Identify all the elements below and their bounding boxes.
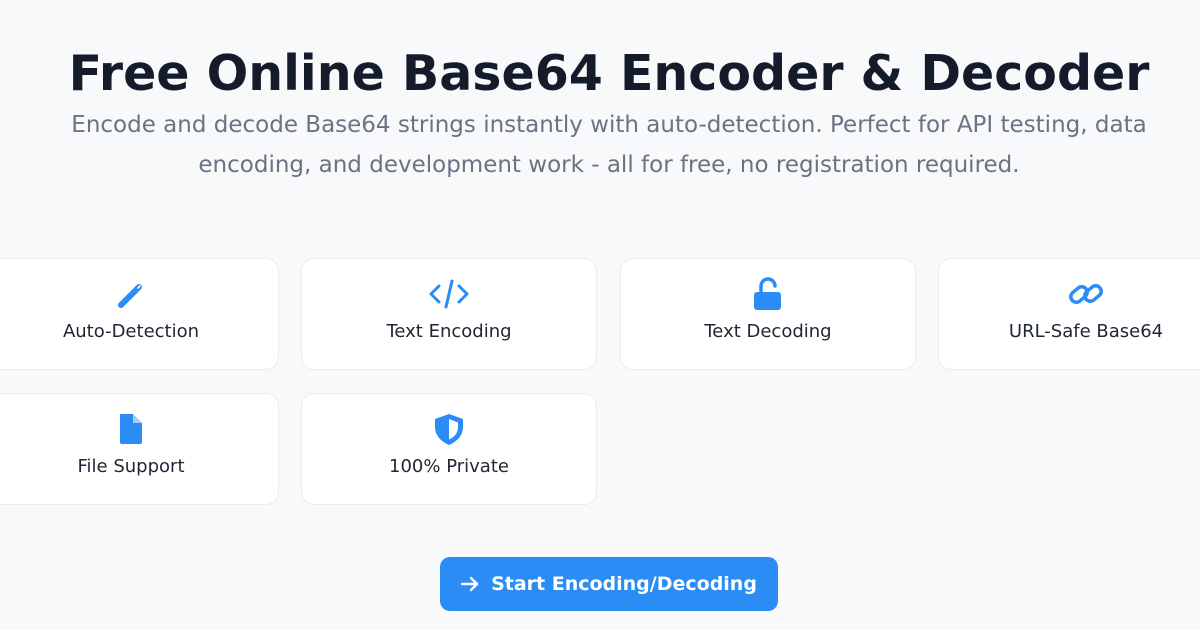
feature-card-auto-detection[interactable]: Auto-Detection xyxy=(0,258,279,370)
magic-wand-icon xyxy=(0,277,278,311)
code-icon xyxy=(302,277,596,311)
feature-card-private[interactable]: 100% Private xyxy=(301,393,597,505)
link-icon xyxy=(939,277,1200,311)
page-subtitle: Encode and decode Base64 strings instant… xyxy=(0,105,1200,185)
feature-label: 100% Private xyxy=(389,456,509,477)
feature-label: Auto-Detection xyxy=(62,321,200,342)
page-title: Free Online Base64 Encoder & Decoder xyxy=(68,44,1150,102)
feature-card-text-decoding[interactable]: Text Decoding xyxy=(620,258,916,370)
feature-label: Text Decoding xyxy=(704,321,832,342)
start-encoding-button[interactable]: Start Encoding/Decoding xyxy=(440,557,778,611)
feature-label: File Support xyxy=(77,456,185,477)
subtitle-line-2: encoding, and development work - all for… xyxy=(198,152,1020,178)
arrow-right-icon xyxy=(461,576,479,592)
unlock-icon xyxy=(621,277,915,311)
subtitle-line-1: Encode and decode Base64 strings instant… xyxy=(71,112,1147,138)
feature-card-url-safe[interactable]: URL-Safe Base64 xyxy=(938,258,1200,370)
feature-label: URL-Safe Base64 xyxy=(1008,321,1164,342)
feature-label: Text Encoding xyxy=(386,321,512,342)
feature-card-text-encoding[interactable]: Text Encoding xyxy=(301,258,597,370)
shield-icon xyxy=(302,412,596,446)
feature-card-file-support[interactable]: File Support xyxy=(0,393,279,505)
file-icon xyxy=(0,412,278,446)
start-encoding-label: Start Encoding/Decoding xyxy=(491,573,757,595)
